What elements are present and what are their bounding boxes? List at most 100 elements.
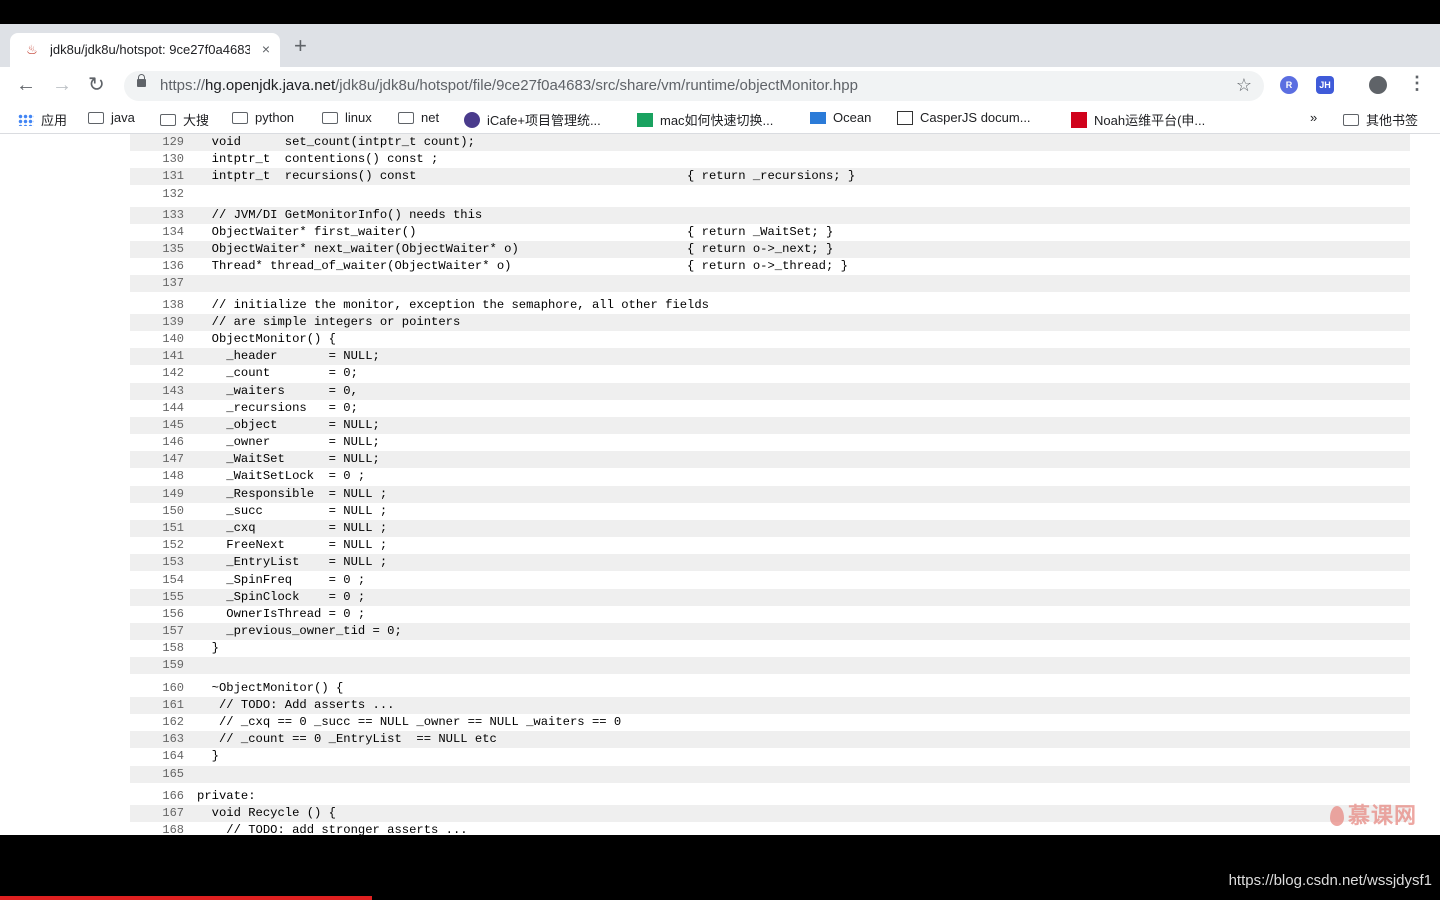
reload-icon[interactable]: ↻ xyxy=(88,74,105,96)
bookmark-folder-java[interactable]: java xyxy=(88,110,135,125)
line-number[interactable]: 154 xyxy=(130,572,184,589)
code-text: ObjectMonitor() { xyxy=(197,332,336,346)
line-number[interactable]: 157 xyxy=(130,623,184,640)
line-number[interactable]: 158 xyxy=(130,640,184,657)
code-line: 159 xyxy=(130,657,1410,675)
code-text: _recursions = 0; xyxy=(197,400,358,415)
bookmark-star-icon[interactable]: ☆ xyxy=(1236,75,1252,96)
bookmark-folder-linux[interactable]: linux xyxy=(322,110,372,125)
address-bar[interactable]: https://hg.openjdk.java.net/jdk8u/jdk8u/… xyxy=(124,71,1264,101)
close-tab-icon[interactable]: × xyxy=(262,41,270,57)
line-number[interactable]: 137 xyxy=(130,275,184,292)
extension-r-icon[interactable]: R xyxy=(1280,76,1298,94)
line-number[interactable]: 152 xyxy=(130,537,184,554)
line-number[interactable]: 132 xyxy=(130,186,184,203)
tab-active[interactable]: ♨ jdk8u/jdk8u/hotspot: 9ce27f0a4683 × xyxy=(10,33,280,67)
line-number[interactable]: 155 xyxy=(130,589,184,606)
line-number[interactable]: 142 xyxy=(130,365,184,382)
bookmark-ocean[interactable]: Ocean xyxy=(810,110,871,125)
line-number[interactable]: 134 xyxy=(130,224,184,241)
line-number[interactable]: 149 xyxy=(130,486,184,503)
line-number[interactable]: 141 xyxy=(130,348,184,365)
line-number[interactable]: 153 xyxy=(130,554,184,571)
noah-icon xyxy=(1071,111,1087,128)
url-path: /jdk8u/jdk8u/hotspot/file/9ce27f0a4683/s… xyxy=(335,77,858,94)
line-number[interactable]: 159 xyxy=(130,657,184,674)
video-progress-bar[interactable] xyxy=(0,896,372,900)
bookmark-apps[interactable]: 应用 xyxy=(18,110,67,129)
code-text: intptr_t contentions() const ; xyxy=(197,152,439,167)
bookmark-label: 应用 xyxy=(41,113,68,128)
code-text: Thread* thread_of_waiter(ObjectWaiter* o… xyxy=(197,259,848,274)
line-number[interactable]: 145 xyxy=(130,417,184,434)
line-number[interactable]: 162 xyxy=(130,714,184,731)
bookmark-folder-python[interactable]: python xyxy=(232,110,294,125)
bookmark-label: Ocean xyxy=(833,110,872,125)
forward-icon[interactable]: → xyxy=(52,74,72,96)
code-text: // are simple integers or pointers xyxy=(197,314,461,329)
line-number[interactable]: 167 xyxy=(130,805,184,822)
bookmark-folder-dasou[interactable]: 大搜 xyxy=(160,110,209,129)
code-text: // TODO: add stronger asserts ... xyxy=(197,823,468,835)
code-text: _Responsible = NULL ; xyxy=(197,486,388,501)
bookmark-other-folder[interactable]: 其他书签 xyxy=(1343,110,1418,129)
line-number[interactable]: 150 xyxy=(130,503,184,520)
line-number[interactable]: 133 xyxy=(130,207,184,224)
line-number[interactable]: 129 xyxy=(130,134,184,151)
apps-grid-icon xyxy=(18,113,34,126)
code-text: } xyxy=(197,749,219,764)
back-icon[interactable]: ← xyxy=(16,74,36,96)
line-number[interactable]: 135 xyxy=(130,241,184,258)
bookmark-icafe[interactable]: iCafe+项目管理统... xyxy=(464,110,601,129)
bookmark-folder-net[interactable]: net xyxy=(398,110,439,125)
line-number[interactable]: 148 xyxy=(130,468,184,485)
bookmark-mac-switch[interactable]: mac如何快速切换... xyxy=(637,110,773,129)
extension-jh-icon[interactable]: JH xyxy=(1316,76,1334,94)
code-text: _EntryList = NULL ; xyxy=(197,555,388,570)
line-number[interactable]: 140 xyxy=(130,331,184,348)
line-number[interactable]: 164 xyxy=(130,748,184,765)
code-line: 157 _previous_owner_tid = 0; xyxy=(130,623,1410,640)
code-text: } xyxy=(197,641,219,656)
bookmark-casperjs[interactable]: CasperJS docum... xyxy=(897,110,1031,125)
bookmark-noah[interactable]: Noah运维平台(申... xyxy=(1071,110,1205,129)
flame-logo-icon xyxy=(1330,806,1344,826)
line-number[interactable]: 143 xyxy=(130,383,184,400)
lock-icon xyxy=(137,74,146,87)
new-tab-button[interactable]: + xyxy=(294,35,307,57)
bookmarks-overflow-icon[interactable]: » xyxy=(1310,110,1317,125)
code-line: 143 _waiters = 0, xyxy=(130,382,1410,400)
line-number[interactable]: 156 xyxy=(130,606,184,623)
page-content: 129 void set_count(intptr_t count); 130 i… xyxy=(0,134,1440,835)
profile-avatar-icon[interactable] xyxy=(1369,76,1387,94)
code-line: 141 _header = NULL; xyxy=(130,348,1410,366)
line-number[interactable]: 147 xyxy=(130,451,184,468)
line-number[interactable]: 146 xyxy=(130,434,184,451)
url-text[interactable]: https://hg.openjdk.java.net/jdk8u/jdk8u/… xyxy=(160,77,858,94)
line-number[interactable]: 165 xyxy=(130,766,184,783)
code-line: 129 void set_count(intptr_t count); xyxy=(130,134,1410,151)
line-number[interactable]: 168 xyxy=(130,822,184,835)
line-number[interactable]: 163 xyxy=(130,731,184,748)
line-number[interactable]: 130 xyxy=(130,151,184,168)
code-text: _succ = NULL ; xyxy=(197,503,388,518)
code-text: private: xyxy=(197,788,256,803)
line-number[interactable]: 144 xyxy=(130,400,184,417)
tab-title: jdk8u/jdk8u/hotspot: 9ce27f0a4683 xyxy=(50,42,250,57)
ocean-icon xyxy=(810,111,826,124)
chrome-menu-icon[interactable]: ⋮ xyxy=(1408,73,1426,94)
line-number[interactable]: 138 xyxy=(130,297,184,314)
code-line: 136 Thread* thread_of_waiter(ObjectWaite… xyxy=(130,258,1410,275)
code-text: _object = NULL; xyxy=(197,417,380,432)
code-line: 168 // TODO: add stronger asserts ... xyxy=(130,822,1410,835)
code-text: _SpinClock = 0 ; xyxy=(197,589,366,604)
code-line: 145 _object = NULL; xyxy=(130,416,1410,434)
line-number[interactable]: 161 xyxy=(130,697,184,714)
line-number[interactable]: 139 xyxy=(130,314,184,331)
line-number[interactable]: 136 xyxy=(130,258,184,275)
line-number[interactable]: 160 xyxy=(130,680,184,697)
line-number[interactable]: 151 xyxy=(130,520,184,537)
code-line: 155 _SpinClock = 0 ; xyxy=(130,588,1410,606)
line-number[interactable]: 166 xyxy=(130,788,184,805)
line-number[interactable]: 131 xyxy=(130,168,184,185)
